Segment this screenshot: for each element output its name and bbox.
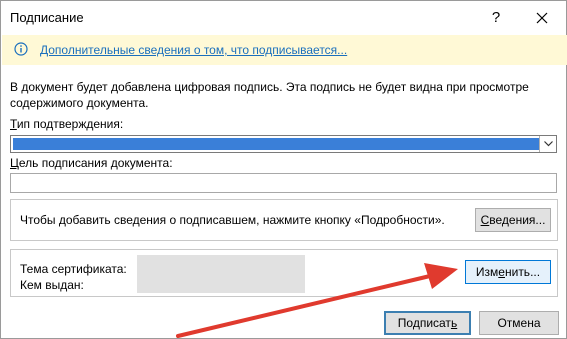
close-icon <box>536 12 548 24</box>
sign-button[interactable]: Подписать <box>384 311 471 335</box>
details-button[interactable]: Сведения... <box>475 208 551 232</box>
help-button[interactable]: ? <box>486 7 506 29</box>
details-button-mnemonic: С <box>480 213 490 227</box>
change-button-prefix: Изм <box>475 265 499 279</box>
change-button-mnemonic: е <box>498 265 505 279</box>
signing-dialog: Подписание ? Дополнительные сведения о т… <box>0 0 567 339</box>
sign-button-mnemonic: ь <box>450 316 458 330</box>
certificate-issuer-label: Кем выдан: <box>20 278 84 292</box>
commitment-type-selected-value <box>13 138 539 150</box>
certificate-subject-label: Тема сертификата: <box>20 262 127 276</box>
change-button-suffix: нить... <box>504 265 541 279</box>
redacted-certificate-details <box>137 255 305 293</box>
title-bar: Подписание ? <box>1 1 566 35</box>
signing-purpose-label: Цель подписания документа: <box>10 156 173 170</box>
commitment-type-select[interactable] <box>10 135 557 153</box>
info-bar: Дополнительные сведения о том, что подпи… <box>2 35 567 65</box>
details-button-label: ведения... <box>489 213 546 227</box>
more-info-link[interactable]: Дополнительные сведения о том, что подпи… <box>40 43 347 57</box>
signing-purpose-label-text: ель подписания документа: <box>18 156 173 170</box>
dialog-title: Подписание <box>10 10 84 25</box>
signature-description: В документ будет добавлена цифровая подп… <box>10 80 529 110</box>
chevron-down-icon <box>543 141 553 147</box>
signer-info-text: Чтобы добавить сведения о подписавшем, н… <box>20 213 445 227</box>
sign-button-prefix: Подписат <box>397 316 451 330</box>
signer-info-group: Чтобы добавить сведения о подписавшем, н… <box>10 199 558 241</box>
commitment-type-label-text: ип подтверждения: <box>16 117 124 131</box>
commitment-type-label: Тип подтверждения: <box>10 117 123 131</box>
signing-purpose-mnemonic: Ц <box>10 156 19 170</box>
cancel-button[interactable]: Отмена <box>479 311 559 335</box>
info-icon <box>14 42 28 56</box>
commitment-type-mnemonic: Т <box>10 117 17 131</box>
close-button[interactable] <box>531 7 553 29</box>
change-certificate-button[interactable]: Изменить... <box>465 260 551 284</box>
dropdown-button[interactable] <box>539 136 556 152</box>
signing-purpose-input[interactable] <box>10 173 557 193</box>
